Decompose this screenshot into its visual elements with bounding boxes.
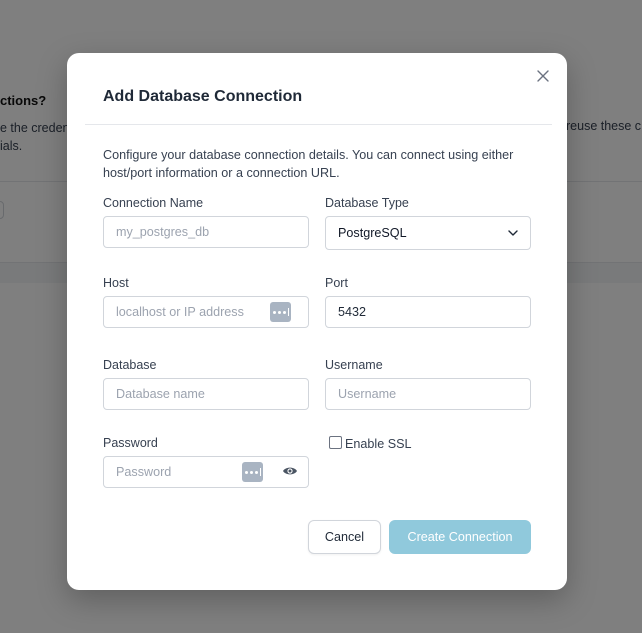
database-input[interactable]: [103, 378, 309, 410]
port-label: Port: [325, 276, 348, 290]
username-label: Username: [325, 358, 383, 372]
header-divider: [85, 124, 552, 125]
password-input[interactable]: [103, 456, 309, 488]
enable-ssl-label: Enable SSL: [345, 437, 412, 451]
create-connection-button[interactable]: Create Connection: [389, 520, 531, 554]
cancel-button[interactable]: Cancel: [308, 520, 381, 554]
chevron-down-icon: [508, 230, 518, 236]
enable-ssl-checkbox[interactable]: [329, 435, 342, 449]
dialog-title: Add Database Connection: [103, 88, 303, 105]
password-label: Password: [103, 436, 158, 450]
add-connection-dialog: Add Database Connection Configure your d…: [67, 53, 567, 590]
port-input[interactable]: [325, 296, 531, 328]
connection-name-label: Connection Name: [103, 196, 204, 210]
eye-icon[interactable]: [282, 465, 298, 477]
username-input[interactable]: [325, 378, 531, 410]
connection-name-input[interactable]: [103, 216, 309, 248]
enable-ssl-option[interactable]: Enable SSL: [329, 435, 412, 451]
password-dots-icon[interactable]: [270, 302, 291, 322]
database-type-select[interactable]: PostgreSQL: [325, 216, 531, 250]
dialog-description: Configure your database connection detai…: [103, 148, 514, 180]
database-type-value: PostgreSQL: [338, 226, 407, 240]
database-label: Database: [103, 358, 157, 372]
host-label: Host: [103, 276, 129, 290]
close-icon: [537, 70, 549, 82]
close-button[interactable]: [535, 68, 551, 84]
database-type-label: Database Type: [325, 196, 409, 210]
password-dots-icon[interactable]: [242, 462, 263, 482]
